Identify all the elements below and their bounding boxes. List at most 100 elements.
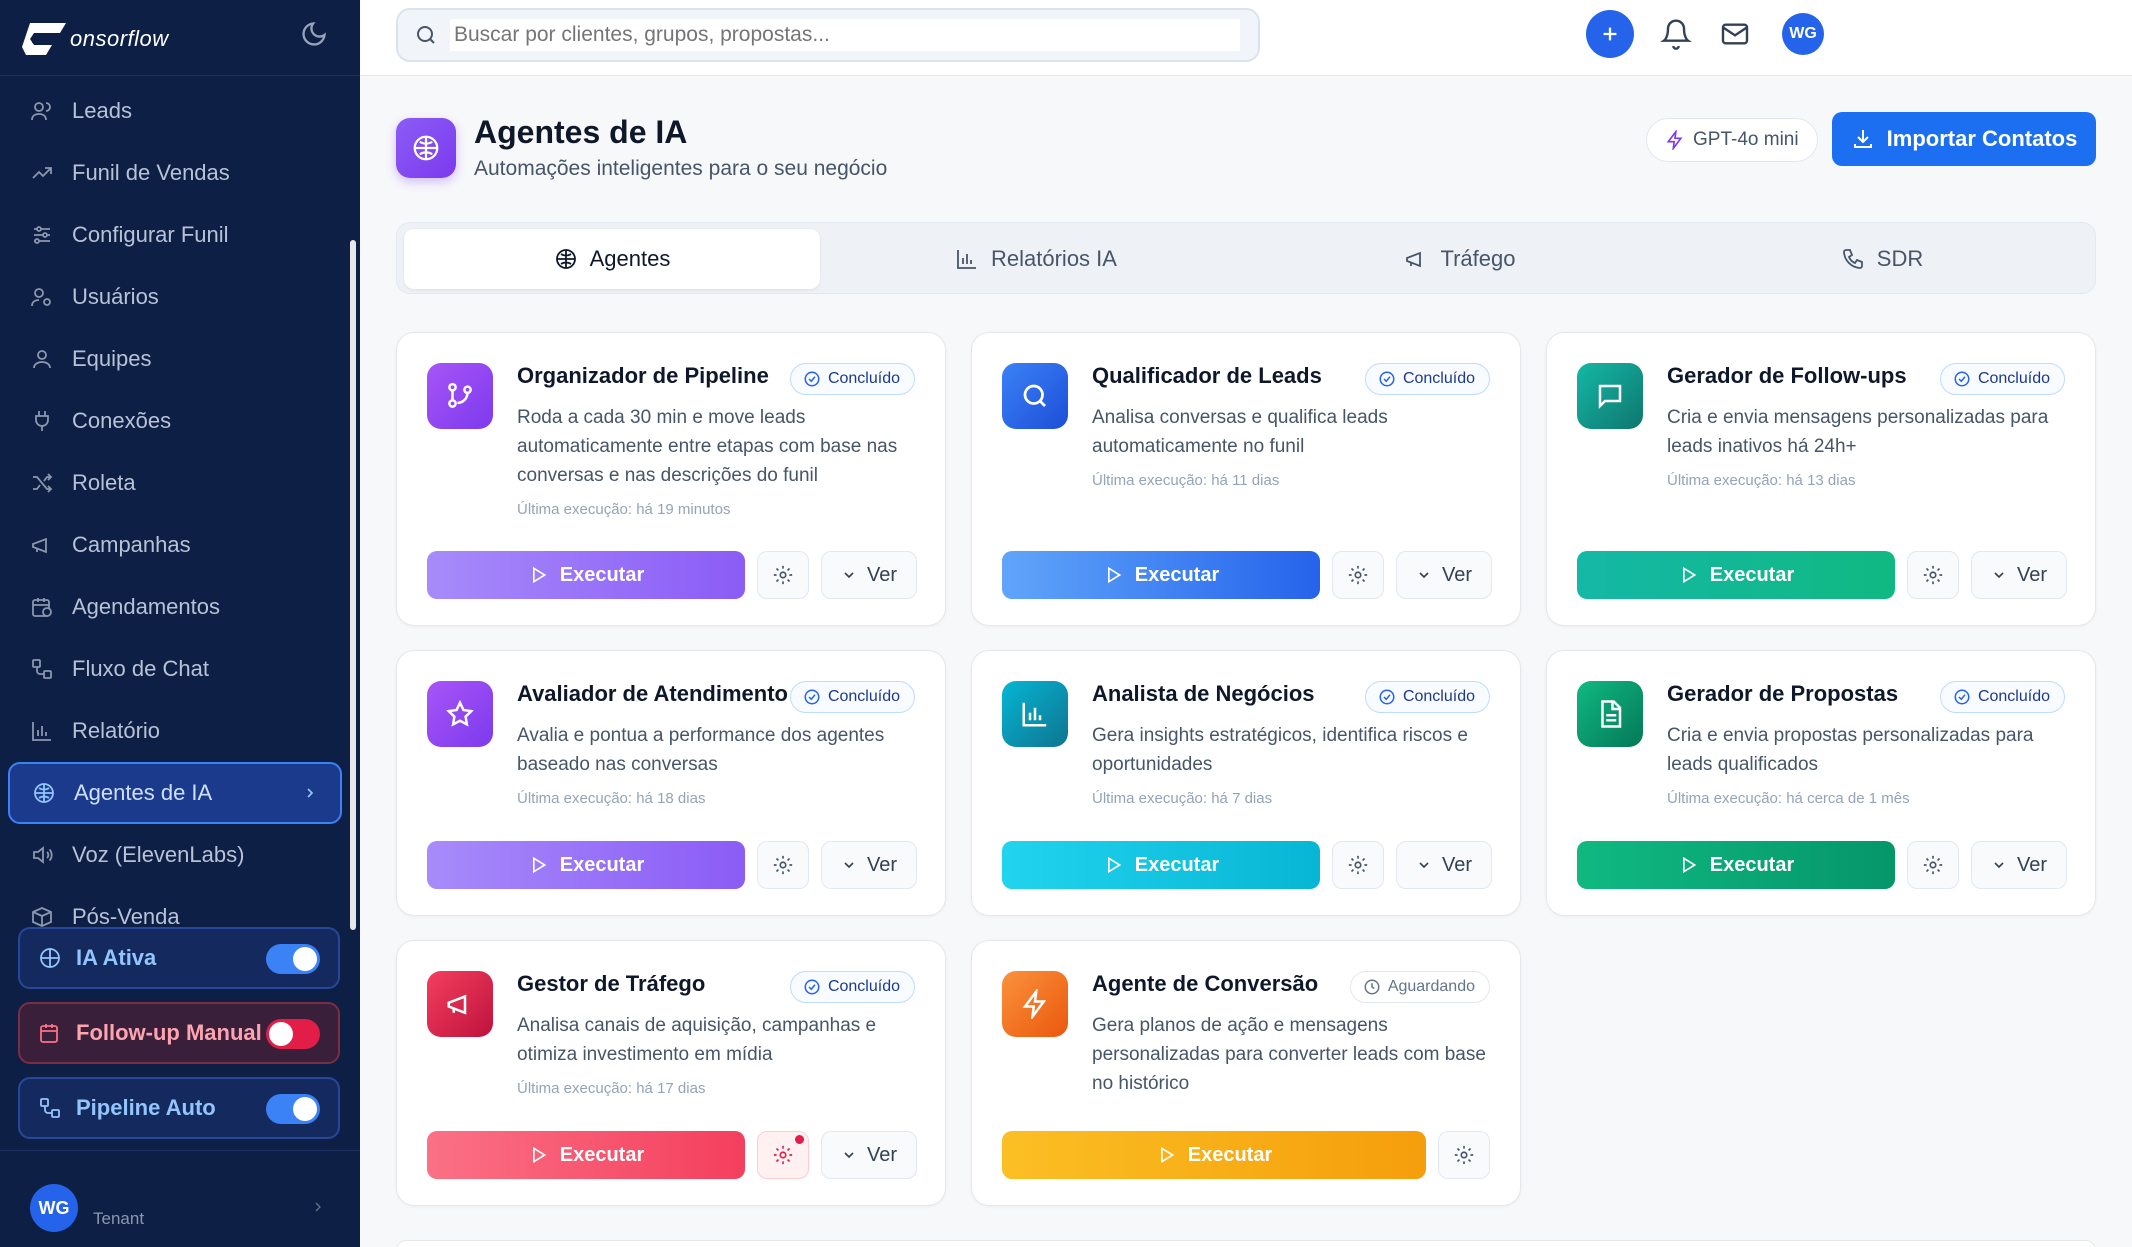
mail-icon[interactable]: [1719, 18, 1751, 50]
sidebar-item-agendamentos[interactable]: Agendamentos: [8, 576, 342, 638]
gear-icon: [773, 565, 793, 585]
settings-button[interactable]: [1907, 841, 1959, 889]
play-icon: [532, 856, 547, 874]
settings-button[interactable]: [1332, 841, 1384, 889]
follow-up-manual-switch[interactable]: [266, 1019, 320, 1049]
view-button[interactable]: Ver: [1971, 841, 2067, 889]
avatar[interactable]: WG: [1782, 13, 1824, 55]
import-contacts-button[interactable]: Importar Contatos: [1832, 112, 2096, 166]
agent-title: Organizador de Pipeline: [517, 363, 769, 388]
star-icon: [427, 681, 493, 747]
sidebar-item-roleta[interactable]: Roleta: [8, 452, 342, 514]
sidebar-scrollbar[interactable]: [350, 240, 356, 930]
execute-button[interactable]: Executar: [427, 841, 745, 889]
view-button[interactable]: Ver: [1971, 551, 2067, 599]
sidebar-item-label: Agentes de IA: [74, 780, 213, 805]
search-box[interactable]: [396, 8, 1260, 62]
sidebar-item-funil-de-vendas[interactable]: Funil de Vendas: [8, 142, 342, 204]
search-icon: [417, 26, 435, 44]
tabs: Agentes Relatórios IA Tráfego SDR: [396, 222, 2096, 294]
sidebar-item-usuarios[interactable]: Usuários: [8, 266, 342, 328]
execute-button[interactable]: Executar: [427, 1131, 745, 1179]
model-badge[interactable]: GPT-4o mini: [1646, 118, 1818, 162]
status-text: Concluído: [827, 978, 900, 995]
execute-label: Executar: [1134, 853, 1220, 876]
execute-button[interactable]: Executar: [1002, 841, 1320, 889]
play-icon: [1682, 856, 1697, 874]
execute-button[interactable]: Executar: [427, 551, 745, 599]
view-label: Ver: [866, 853, 898, 876]
workflow-icon: [32, 659, 52, 679]
view-button[interactable]: Ver: [821, 841, 917, 889]
sidebar-item-fluxo-de-chat[interactable]: Fluxo de Chat: [8, 638, 342, 700]
sidebar-item-pos-venda[interactable]: Pós-Venda: [8, 886, 342, 930]
agent-card-gestor-de-trafego: Gestor de Tráfego Concluído Analisa cana…: [396, 940, 946, 1206]
execute-button[interactable]: Executar: [1002, 551, 1320, 599]
logo-mark-icon: [22, 19, 68, 59]
view-button[interactable]: Ver: [1396, 841, 1492, 889]
settings-button[interactable]: [1332, 551, 1384, 599]
tab-trafego[interactable]: Tráfego: [1252, 229, 1668, 289]
sidebar-item-conexoes[interactable]: Conexões: [8, 390, 342, 452]
agent-title: Analista de Negócios: [1092, 681, 1315, 706]
settings-button[interactable]: [757, 551, 809, 599]
sidebar-item-campanhas[interactable]: Campanhas: [8, 514, 342, 576]
view-button[interactable]: Ver: [1396, 551, 1492, 599]
sidebar-item-label: Campanhas: [72, 532, 191, 557]
execute-button[interactable]: Executar: [1577, 551, 1895, 599]
status-badge: Concluído: [789, 681, 915, 713]
execute-button[interactable]: Executar: [1577, 841, 1895, 889]
sidebar-item-agentes-de-ia[interactable]: Agentes de IA: [8, 762, 342, 824]
tab-agentes[interactable]: Agentes: [404, 229, 820, 289]
calendar-clock-icon: [40, 1024, 58, 1043]
status-badge: Concluído: [1939, 363, 2065, 395]
sidebar-item-equipes[interactable]: Equipes: [8, 328, 342, 390]
chevron-right-icon: [307, 788, 314, 798]
tab-relatorios-ia[interactable]: Relatórios IA: [828, 229, 1244, 289]
settings-button[interactable]: [757, 1131, 809, 1179]
add-button[interactable]: [1586, 10, 1634, 58]
sidebar-item-voz-elevenlabs[interactable]: Voz (ElevenLabs): [8, 824, 342, 886]
bar-chart-icon: [1002, 681, 1068, 747]
agent-description: Cria e envia mensagens personalizadas pa…: [1667, 407, 2049, 457]
tab-sdr[interactable]: SDR: [1674, 229, 2090, 289]
switch-knob: [269, 1022, 293, 1046]
toggle-follow-up-manual[interactable]: Follow-up Manual: [18, 1002, 340, 1064]
brand-logo[interactable]: onsorflow: [22, 14, 169, 64]
last-run: Última execução: há 7 dias: [1092, 790, 1273, 807]
brain-icon: [34, 783, 54, 803]
sidebar-item-configurar-funil[interactable]: Configurar Funil: [8, 204, 342, 266]
settings-button[interactable]: [757, 841, 809, 889]
toggle-ia-ativa[interactable]: IA Ativa: [18, 927, 340, 989]
sliders-icon: [34, 226, 50, 244]
execute-button[interactable]: Executar: [1002, 1131, 1426, 1179]
agent-card-organizador-de-pipeline: Organizador de Pipeline Concluído Roda a…: [396, 332, 946, 626]
view-button[interactable]: Ver: [821, 1131, 917, 1179]
play-icon: [1107, 566, 1122, 584]
sidebar-nav: Leads Funil de Vendas Configurar Funil U…: [0, 80, 350, 930]
sidebar-item-leads[interactable]: Leads: [8, 80, 342, 142]
theme-toggle-moon-icon[interactable]: [300, 20, 328, 48]
status-text: Aguardando: [1387, 978, 1475, 995]
status-text: Concluído: [1977, 688, 2050, 705]
notification-dot: [795, 1135, 804, 1144]
pipeline-auto-switch[interactable]: [266, 1094, 320, 1124]
sidebar-item-relatorio[interactable]: Relatório: [8, 700, 342, 762]
team-icon: [33, 350, 51, 369]
user-profile[interactable]: WG Tenant: [0, 1150, 360, 1247]
view-button[interactable]: Ver: [821, 551, 917, 599]
settings-button[interactable]: [1438, 1131, 1490, 1179]
topbar: WG: [360, 0, 2132, 76]
bell-icon[interactable]: [1660, 18, 1692, 50]
users-icon: [31, 102, 51, 121]
sidebar-item-label: Conexões: [72, 408, 172, 433]
search-input[interactable]: [450, 19, 1240, 51]
ia-ativa-switch[interactable]: [266, 944, 320, 974]
phone-icon: [1842, 249, 1863, 269]
settings-button[interactable]: [1907, 551, 1959, 599]
gear-icon: [1348, 855, 1368, 875]
brain-icon: [555, 249, 576, 269]
chevron-down-icon: [1994, 862, 2004, 869]
agent-description: Roda a cada 30 min e move leads automati…: [517, 407, 898, 486]
toggle-pipeline-auto[interactable]: Pipeline Auto: [18, 1077, 340, 1139]
